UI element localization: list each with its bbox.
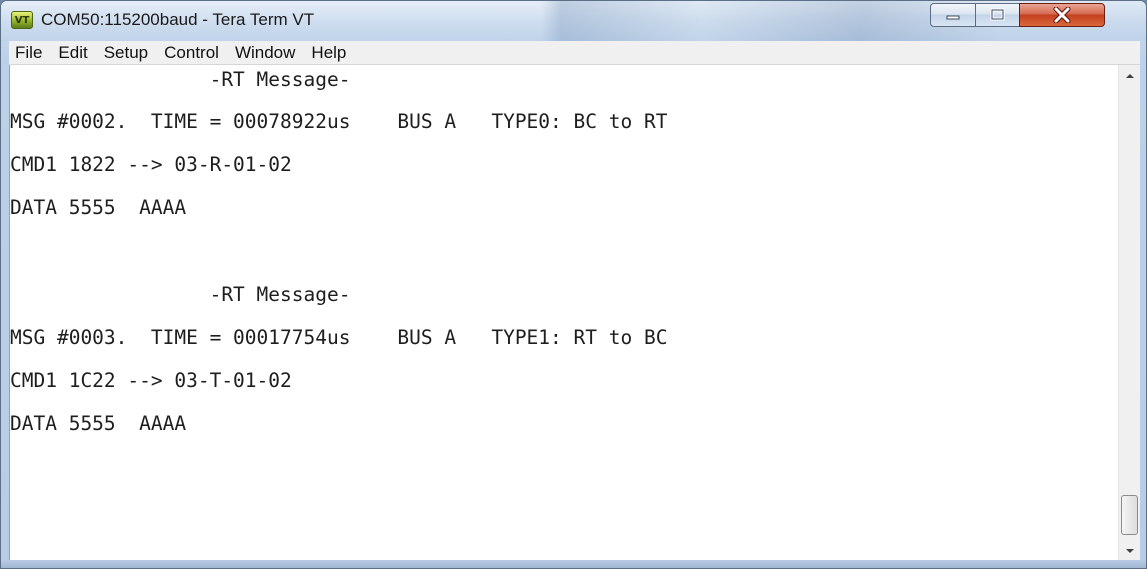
menu-setup[interactable]: Setup	[96, 43, 156, 63]
terminal-output[interactable]: -RT Message- MSG #0002. TIME = 00078922u…	[10, 65, 1118, 562]
maximize-icon	[990, 8, 1004, 21]
scrollbar-thumb[interactable]	[1121, 495, 1138, 535]
window-bottom-border	[1, 560, 1146, 568]
terminal-line: MSG #0003. TIME = 00017754us BUS A TYPE1…	[10, 326, 668, 349]
scroll-up-arrow-icon	[1126, 74, 1134, 78]
close-button[interactable]	[1019, 3, 1105, 27]
terminal-client-area[interactable]: -RT Message- MSG #0002. TIME = 00078922u…	[9, 65, 1140, 562]
menu-help[interactable]: Help	[303, 43, 354, 63]
terminal-line: DATA 5555 AAAA	[10, 196, 187, 219]
menu-file[interactable]: File	[9, 43, 50, 63]
window-title: COM50:115200baud - Tera Term VT	[41, 10, 315, 29]
close-icon	[1053, 7, 1071, 23]
terminal-line: DATA 5555 AAAA	[10, 412, 187, 435]
menu-bar: File Edit Setup Control Window Help	[9, 41, 1140, 65]
terminal-line: CMD1 1822 --> 03-R-01-02	[10, 153, 292, 176]
menu-edit[interactable]: Edit	[50, 43, 95, 63]
scroll-down-button[interactable]	[1119, 540, 1141, 562]
tera-term-app-icon[interactable]: VT	[11, 11, 33, 29]
terminal-line: -RT Message-	[10, 68, 351, 91]
scroll-up-button[interactable]	[1119, 65, 1141, 87]
scroll-down-arrow-icon	[1126, 549, 1134, 553]
maximize-button[interactable]	[975, 3, 1020, 27]
tera-term-window: VT COM50:115200baud - Tera Term VT File …	[0, 0, 1147, 569]
minimize-icon	[946, 15, 960, 20]
terminal-line: -RT Message-	[10, 283, 351, 306]
vertical-scrollbar[interactable]	[1118, 65, 1140, 562]
menu-control[interactable]: Control	[156, 43, 227, 63]
terminal-line: MSG #0002. TIME = 00078922us BUS A TYPE0…	[10, 110, 668, 133]
terminal-line: CMD1 1C22 --> 03-T-01-02	[10, 369, 292, 392]
minimize-button[interactable]	[930, 3, 976, 27]
menu-window[interactable]: Window	[227, 43, 303, 63]
title-bar[interactable]: VT COM50:115200baud - Tera Term VT	[1, 1, 1146, 41]
